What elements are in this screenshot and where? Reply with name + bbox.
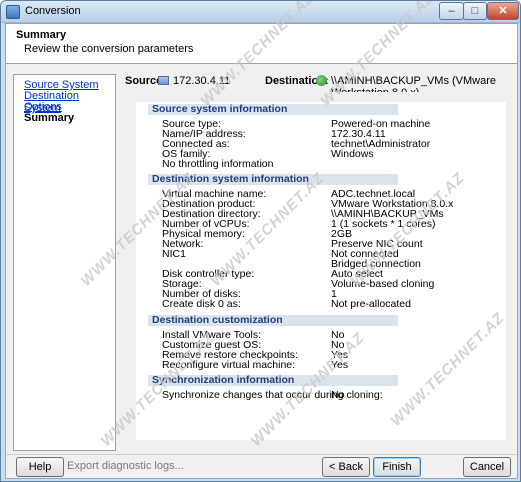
row-value: Yes [331, 359, 349, 371]
minimize-button[interactable]: – [439, 2, 464, 20]
back-button[interactable]: < Back [322, 457, 370, 477]
source-value: 172.30.4.11 [173, 75, 231, 87]
wizard-header: Summary Review the conversion parameters [6, 24, 517, 64]
footer-divider [6, 454, 517, 455]
section-header-source: Source system information [148, 103, 398, 115]
row-label: Create disk 0 as: [162, 298, 241, 310]
close-button[interactable]: ✕ [487, 2, 519, 20]
app-icon [6, 5, 20, 19]
row-label: Reconfigure virtual machine: [162, 359, 296, 371]
row-value: Windows [331, 148, 374, 160]
computer-icon [158, 76, 169, 85]
maximize-button[interactable]: □ [463, 2, 487, 20]
section-title: Destination system information [152, 173, 309, 185]
section-header-destination: Destination system information [148, 173, 398, 185]
section-title: Source system information [152, 103, 288, 115]
finish-button[interactable]: Finish [373, 457, 421, 477]
conversion-window: Conversion – □ ✕ Summary Review the conv… [0, 0, 521, 482]
section-title: Destination customization [152, 314, 283, 326]
section-header-synchronization: Synchronization information [148, 374, 398, 386]
wizard-nav: Source System Destination System Options… [13, 74, 116, 451]
row-label: Synchronize changes that occur during cl… [162, 389, 383, 401]
page-subtitle: Review the conversion parameters [24, 43, 194, 55]
client-area: Summary Review the conversion parameters… [5, 23, 518, 479]
section-title: Synchronization information [152, 374, 295, 386]
row-value: Not pre-allocated [331, 298, 411, 310]
export-logs-link[interactable]: Export diagnostic logs... [67, 460, 184, 472]
row-label: NIC1 [162, 248, 186, 260]
title-bar[interactable]: Conversion – □ ✕ [1, 1, 520, 23]
page-title: Summary [16, 29, 67, 41]
summary-content: Source system information Source type: P… [136, 102, 506, 440]
window-title: Conversion [25, 5, 81, 17]
nav-item-summary: Summary [24, 112, 75, 124]
section-header-customization: Destination customization [148, 314, 398, 326]
vmware-icon [316, 75, 327, 86]
row-value: No [331, 389, 345, 401]
help-button[interactable]: Help [16, 457, 64, 477]
row-label: No throttling information [162, 158, 274, 170]
row-value: Volume-based cloning [331, 278, 435, 290]
cancel-button[interactable]: Cancel [463, 457, 511, 477]
summary-panel[interactable]: Source system information Source type: P… [126, 92, 516, 450]
